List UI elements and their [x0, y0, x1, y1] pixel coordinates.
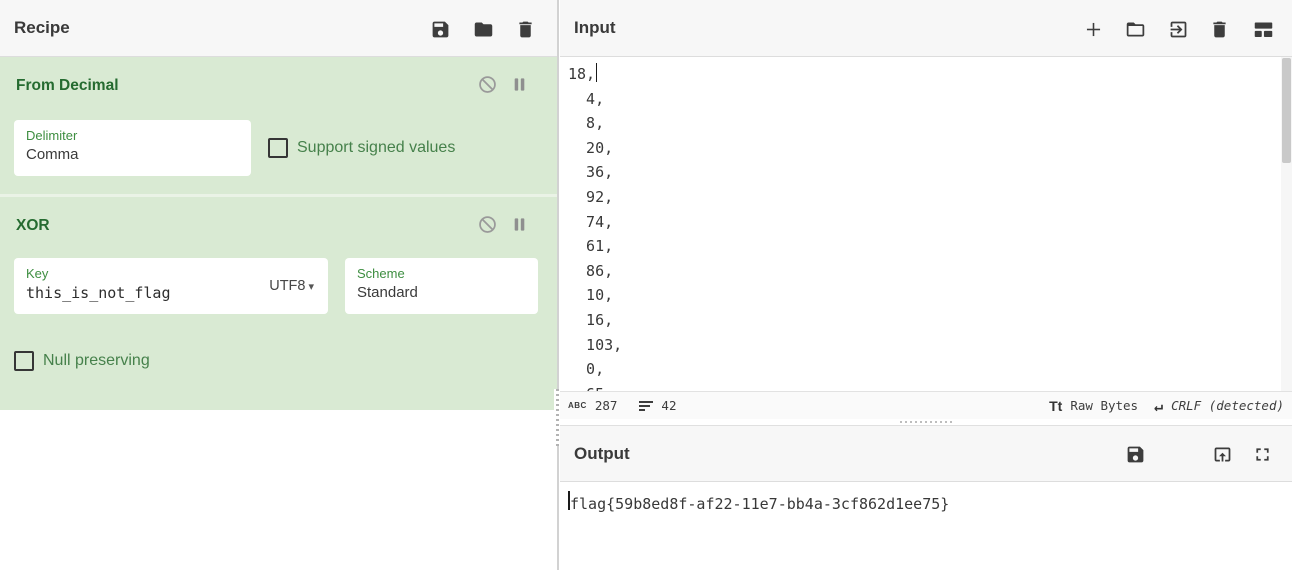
pause-icon — [509, 74, 530, 95]
input-scrollbar[interactable] — [1281, 57, 1292, 391]
tab-layout-icon — [1253, 19, 1274, 40]
text-encoding-icon[interactable]: Tt — [1049, 398, 1062, 414]
maximise-output-button[interactable] — [1242, 434, 1282, 474]
trash-icon — [515, 19, 536, 40]
operation-title: From Decimal — [16, 77, 119, 95]
input-status-bar: ABC 287 42 Tt Raw Bytes ↵ CRLF (detected… — [560, 391, 1292, 419]
checkbox-label: Null preserving — [43, 352, 150, 370]
open-file-folder-button[interactable] — [1115, 9, 1155, 49]
input-tab-layout-button[interactable] — [1243, 9, 1283, 49]
input-textarea[interactable]: 18, 4, 8, 20, 36, 92, 74, 61, 86, 10, 16… — [560, 57, 1281, 391]
xor-key-input[interactable]: Key this_is_not_flag UTF8▾ — [14, 258, 328, 314]
input-status-left: ABC 287 42 — [568, 398, 676, 413]
chevron-down-icon: ▾ — [308, 281, 314, 293]
operation-xor[interactable]: XOR Key this_is_not_flag UTF8▾ Scheme St… — [0, 197, 557, 410]
recipe-title: Recipe — [14, 18, 70, 38]
save-icon — [1125, 444, 1146, 465]
checkbox-box[interactable] — [14, 351, 34, 371]
arg-label: Delimiter — [26, 128, 239, 144]
output-caret — [568, 491, 570, 510]
char-count-value: 287 — [595, 398, 618, 413]
delimiter-select[interactable]: Delimiter Comma — [14, 120, 251, 176]
key-encoding-value: UTF8 — [269, 278, 305, 294]
save-icon — [430, 19, 451, 40]
operation-from-decimal[interactable]: From Decimal Delimiter Comma Support sig… — [0, 57, 557, 194]
input-text[interactable]: 18, 4, 8, 20, 36, 92, 74, 61, 86, 10, 16… — [560, 57, 1281, 391]
recipe-header: Recipe — [0, 0, 557, 57]
output-text: flag{59b8ed8f-af22-11e7-bb4a-3cf862d1ee7… — [560, 482, 1292, 517]
breakpoint-pause-button[interactable] — [507, 212, 531, 236]
char-count-icon: ABC — [568, 401, 587, 410]
checkbox-label: Support signed values — [297, 139, 455, 157]
operation-title: XOR — [16, 217, 50, 235]
add-input-tab-button[interactable] — [1073, 9, 1113, 49]
input-scrollbar-thumb[interactable] — [1282, 58, 1291, 163]
cyberchef-app: Recipe From Decimal Delimiter Comma Supp… — [0, 0, 1292, 570]
io-resize-grip[interactable] — [900, 420, 952, 424]
open-folder-icon — [1125, 19, 1146, 40]
arg-value: Comma — [26, 144, 239, 166]
arg-label: Scheme — [357, 266, 526, 282]
breakpoint-pause-button[interactable] — [507, 72, 531, 96]
output-header: Output — [560, 425, 1292, 482]
add-tab-icon — [1083, 19, 1104, 40]
encoding-value[interactable]: Raw Bytes — [1070, 398, 1138, 413]
trash-icon — [1209, 19, 1230, 40]
output-title: Output — [574, 444, 630, 464]
save-output-button[interactable] — [1115, 434, 1155, 474]
input-caret — [596, 63, 598, 82]
output-textarea: flag{59b8ed8f-af22-11e7-bb4a-3cf862d1ee7… — [560, 482, 1292, 570]
clear-recipe-button[interactable] — [505, 9, 545, 49]
line-count-icon — [639, 401, 653, 411]
line-ending-icon[interactable]: ↵ — [1154, 397, 1163, 415]
pause-icon — [509, 214, 530, 235]
panel-divider[interactable] — [557, 0, 559, 570]
replace-input-icon — [1212, 444, 1233, 465]
xor-scheme-select[interactable]: Scheme Standard — [345, 258, 538, 314]
checkbox-box[interactable] — [268, 138, 288, 158]
line-count-value: 42 — [661, 398, 676, 413]
load-recipe-button[interactable] — [463, 9, 503, 49]
key-encoding-dropdown[interactable]: UTF8▾ — [269, 278, 314, 294]
line-ending-value[interactable]: CRLF (detected) — [1171, 398, 1284, 413]
open-input-button[interactable] — [1158, 9, 1198, 49]
null-preserving-checkbox[interactable]: Null preserving — [14, 351, 150, 371]
disable-icon — [477, 74, 498, 95]
folder-icon — [473, 19, 494, 40]
disable-operation-button[interactable] — [475, 212, 499, 236]
disable-operation-button[interactable] — [475, 72, 499, 96]
input-status-right: Tt Raw Bytes ↵ CRLF (detected) — [1049, 397, 1284, 415]
clear-input-button[interactable] — [1199, 9, 1239, 49]
input-title: Input — [574, 18, 616, 38]
io-panel: Input 18, 4, 8, 20, 36, 92, 74, 61, 86, … — [560, 0, 1292, 570]
maximise-icon — [1252, 444, 1273, 465]
open-input-icon — [1168, 19, 1189, 40]
input-header: Input — [560, 0, 1292, 57]
replace-input-button[interactable] — [1202, 434, 1242, 474]
arg-value: Standard — [357, 282, 526, 304]
save-recipe-button[interactable] — [420, 9, 460, 49]
support-signed-values-checkbox[interactable]: Support signed values — [268, 138, 455, 158]
disable-icon — [477, 214, 498, 235]
